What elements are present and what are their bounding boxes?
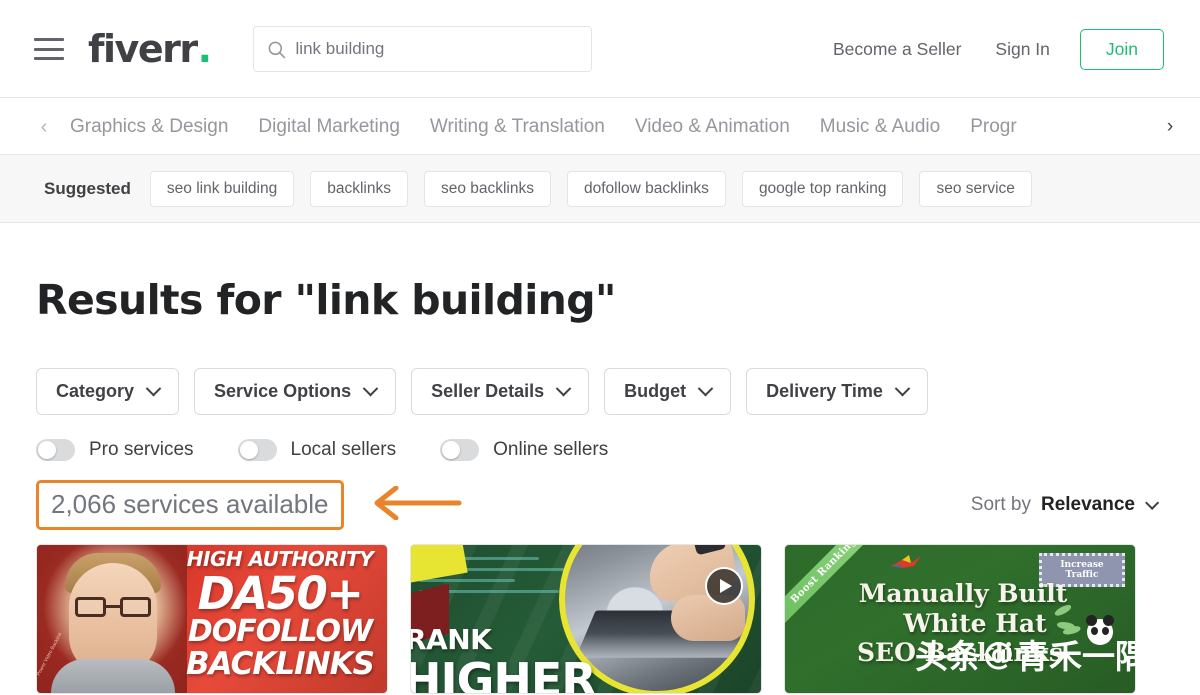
- toggle-row: Pro services Local sellers Online seller…: [36, 439, 1164, 461]
- card-line: HIGHER: [410, 653, 597, 694]
- header-actions: Become a Seller Sign In Join: [833, 28, 1164, 70]
- site-header: fiverr. Become a Seller Sign In Join: [0, 0, 1200, 98]
- category-item-digital-marketing[interactable]: Digital Marketing: [258, 116, 400, 138]
- suggested-chip-list: seo link building backlinks seo backlink…: [149, 171, 1032, 207]
- hamburger-line: [34, 47, 64, 51]
- filter-label: Service Options: [214, 381, 352, 401]
- search-icon: [267, 40, 286, 59]
- chevron-down-icon: [362, 380, 379, 397]
- filter-category[interactable]: Category: [36, 368, 180, 415]
- suggested-chip[interactable]: seo link building: [149, 171, 295, 207]
- card-line: Manually Built: [858, 579, 1068, 608]
- suggested-chip[interactable]: seo service: [919, 171, 1032, 207]
- gig-card-manually-built-white-hat[interactable]: Boost Rankings Increase Traffic Manually…: [784, 544, 1136, 694]
- category-item-writing-translation[interactable]: Writing & Translation: [430, 116, 605, 138]
- category-list: Graphics & Design Digital Marketing Writ…: [70, 116, 1156, 138]
- filter-label: Category: [56, 381, 135, 401]
- hamburger-line: [34, 57, 64, 60]
- sign-in-link[interactable]: Sign In: [995, 39, 1049, 60]
- card-line: HIGH AUTHORITY: [186, 547, 374, 571]
- fiverr-logo[interactable]: fiverr.: [88, 27, 212, 71]
- category-item-video-animation[interactable]: Video & Animation: [635, 116, 790, 138]
- sort-by-label: Sort by: [970, 494, 1031, 515]
- suggested-chip[interactable]: backlinks: [310, 171, 408, 207]
- toggle-pro-services[interactable]: Pro services: [36, 439, 194, 461]
- sort-control[interactable]: Sort by Relevance: [971, 494, 1164, 516]
- gig-card-da50-dofollow-backlinks[interactable]: Power Video Backlink HIGH AUTHORITY DA50…: [36, 544, 388, 694]
- toggle-switch[interactable]: [237, 439, 277, 461]
- toggle-label: Online sellers: [493, 439, 609, 460]
- card-line: RANK: [410, 623, 492, 656]
- filter-budget[interactable]: Budget: [604, 368, 732, 415]
- category-item-music-audio[interactable]: Music & Audio: [820, 116, 940, 138]
- filter-label: Budget: [624, 381, 687, 401]
- left-arrow-annotation-icon: [366, 485, 462, 525]
- search-box[interactable]: [252, 26, 592, 72]
- sort-by-value: Relevance: [1040, 494, 1135, 515]
- filter-label: Seller Details: [431, 381, 545, 401]
- card-title-overlay: HIGH AUTHORITY DA50+ DOFOLLOW BACKLINKS: [177, 549, 383, 680]
- toggle-knob: [442, 441, 461, 459]
- toggle-knob: [38, 441, 56, 459]
- gig-card-rank-higher[interactable]: RANK HIGHER: [410, 544, 762, 694]
- suggested-chip[interactable]: google top ranking: [741, 171, 904, 207]
- filter-label: Delivery Time: [766, 381, 883, 401]
- card-title-overlay: Manually Built White Hat SEO Backlinks: [785, 579, 1135, 667]
- suggested-chip[interactable]: dofollow backlinks: [567, 171, 726, 207]
- stamp-line: Increase: [1060, 559, 1104, 570]
- hamburger-line: [34, 38, 64, 41]
- search-input[interactable]: [295, 39, 578, 59]
- join-button[interactable]: Join: [1079, 28, 1164, 70]
- filter-delivery-time[interactable]: Delivery Time: [746, 368, 928, 415]
- card-line: SEO Backlinks: [856, 638, 1064, 667]
- chevron-down-icon: [1145, 495, 1160, 510]
- seller-photo: Power Video Backlink: [37, 545, 187, 693]
- main-content: Results for "link building" Category Ser…: [0, 276, 1200, 694]
- gig-card-grid: Power Video Backlink HIGH AUTHORITY DA50…: [36, 544, 1164, 694]
- chevron-down-icon: [697, 380, 714, 397]
- filter-seller-details[interactable]: Seller Details: [411, 368, 590, 415]
- chevron-down-icon: [555, 380, 572, 397]
- chevron-down-icon: [145, 380, 162, 397]
- category-item-programming[interactable]: Progr: [970, 116, 1016, 138]
- play-icon[interactable]: [705, 567, 743, 605]
- logo-dot: .: [197, 27, 212, 71]
- toggle-switch[interactable]: [440, 439, 480, 461]
- shirt-shape: [51, 659, 175, 693]
- toggle-label: Pro services: [89, 439, 194, 460]
- stamp-line: Traffic: [1065, 570, 1099, 580]
- logo-text: fiverr: [88, 27, 198, 71]
- card-line: White Hat: [903, 608, 1047, 638]
- results-summary-row: 2,066 services available Sort by Relevan…: [36, 479, 1164, 531]
- toggle-switch[interactable]: [36, 439, 75, 461]
- bird-icon: [889, 553, 923, 573]
- nav-prev-icon[interactable]: ‹: [34, 117, 54, 137]
- filter-service-options[interactable]: Service Options: [194, 368, 397, 415]
- services-count-text: 2,066 services available: [51, 489, 329, 519]
- category-item-graphics-design[interactable]: Graphics & Design: [70, 116, 228, 138]
- toggle-knob: [239, 441, 258, 459]
- suggested-label: Suggested: [44, 179, 131, 198]
- filter-bar: Category Service Options Seller Details …: [36, 368, 1164, 415]
- nav-next-icon[interactable]: ›: [1160, 117, 1180, 136]
- suggested-bar: Suggested seo link building backlinks se…: [0, 155, 1200, 223]
- become-a-seller-link[interactable]: Become a Seller: [833, 39, 961, 60]
- toggle-local-sellers[interactable]: Local sellers: [237, 439, 397, 461]
- hamburger-menu-icon[interactable]: [34, 38, 64, 60]
- suggested-chip[interactable]: seo backlinks: [423, 171, 551, 207]
- page-title: Results for "link building": [36, 276, 616, 324]
- glasses-icon: [75, 597, 151, 617]
- chevron-down-icon: [894, 380, 911, 397]
- card-line: DA50+: [197, 567, 364, 620]
- card-line: DOFOLLOW: [187, 614, 373, 649]
- services-count-highlight: 2,066 services available: [36, 480, 344, 530]
- category-nav: ‹ Graphics & Design Digital Marketing Wr…: [0, 98, 1200, 155]
- card-line: BACKLINKS: [185, 646, 375, 682]
- toggle-label: Local sellers: [290, 439, 397, 460]
- toggle-online-sellers[interactable]: Online sellers: [440, 439, 608, 461]
